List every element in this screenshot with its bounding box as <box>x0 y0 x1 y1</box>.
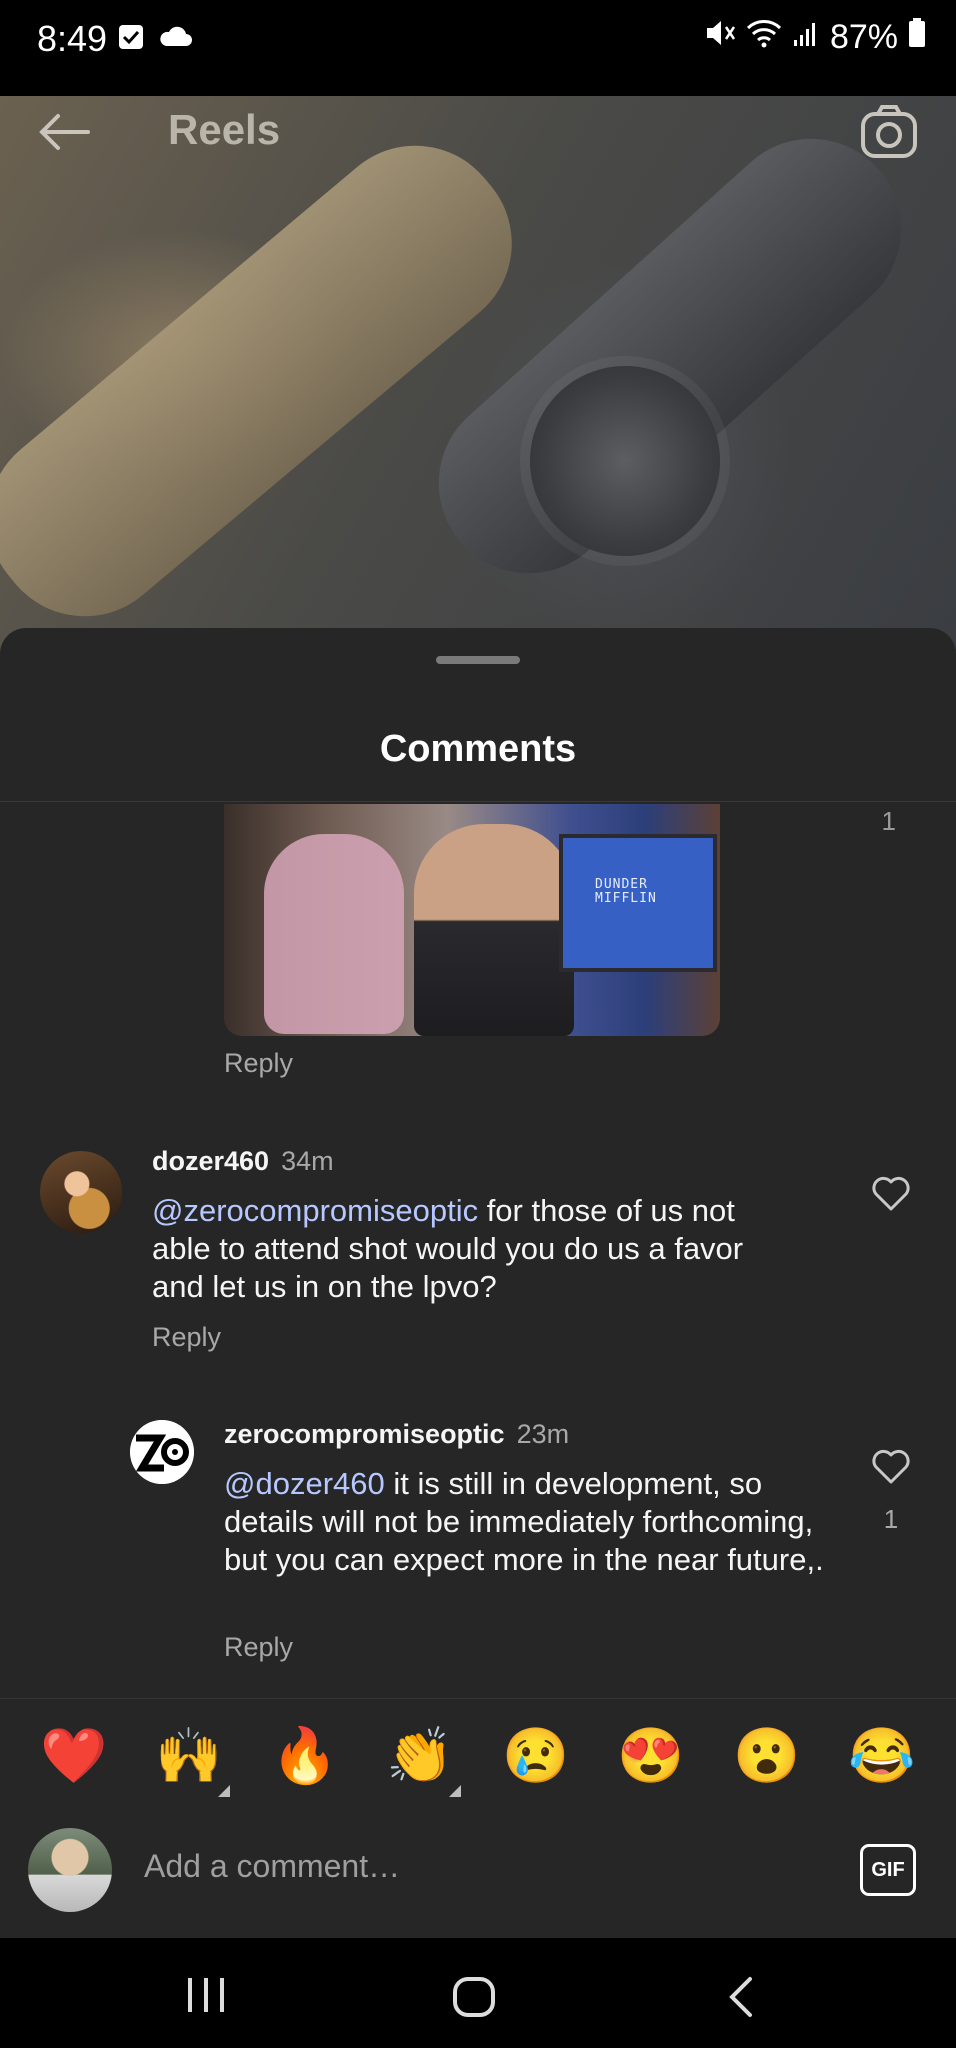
quick-reaction-bar: ❤️ 🙌 🔥 👏 😢 😍 😮 😂 <box>0 1698 956 1815</box>
comments-title: Comments <box>379 728 577 770</box>
reaction-raising-hands[interactable]: 🙌 <box>154 1721 224 1791</box>
wifi-icon <box>746 18 782 57</box>
status-left-icons <box>118 24 192 55</box>
gif-monitor-text: DUNDER MIFFLIN <box>595 877 657 906</box>
reaction-fire[interactable]: 🔥 <box>270 1721 340 1791</box>
camera-button[interactable] <box>860 104 918 160</box>
home-icon[interactable] <box>452 1976 496 2023</box>
status-right: 87% <box>704 18 926 57</box>
reel-video-background[interactable] <box>0 96 956 656</box>
mention-link[interactable]: @zerocompromiseoptic <box>152 1193 478 1228</box>
battery-icon <box>908 18 926 57</box>
reels-title: Reels <box>168 106 281 153</box>
comment-text: @zerocompromiseoptic for those of us not… <box>152 1192 772 1306</box>
reel-turret <box>530 366 720 556</box>
sheet-drag-handle[interactable] <box>436 656 520 664</box>
reply-button[interactable]: Reply <box>224 1048 293 1079</box>
recent-apps-icon[interactable] <box>186 1976 226 2019</box>
gif-button[interactable]: GIF <box>860 1844 916 1896</box>
reel-header: Reels <box>0 96 956 170</box>
reaction-surprised[interactable]: 😮 <box>732 1721 802 1791</box>
skin-tone-caret-icon <box>218 1785 230 1797</box>
avatar[interactable] <box>130 1420 194 1484</box>
comment-input[interactable]: Add a comment… <box>144 1848 400 1885</box>
current-user-avatar <box>28 1828 112 1912</box>
reaction-crying[interactable]: 😢 <box>501 1721 571 1791</box>
gif-monitor: DUNDER MIFFLIN <box>559 834 717 972</box>
comment-composer: Add a comment… GIF <box>0 1814 956 1938</box>
comment-text: @dozer460 it is still in development, so… <box>224 1465 824 1579</box>
reaction-heart[interactable]: ❤️ <box>39 1721 109 1791</box>
heart-icon[interactable] <box>871 1449 911 1485</box>
skin-tone-caret-icon <box>449 1785 461 1797</box>
reaction-clapping[interactable]: 👏 <box>385 1721 455 1791</box>
cloud-icon <box>158 26 192 53</box>
reply-button[interactable]: Reply <box>152 1322 221 1353</box>
back-button[interactable] <box>36 112 92 152</box>
heart-icon[interactable] <box>871 1176 911 1212</box>
status-bar: 8:49 87% <box>0 0 956 96</box>
comment-username[interactable]: zerocompromiseoptic <box>224 1419 505 1449</box>
like-count: 1 <box>883 1504 899 1534</box>
gif-person-main <box>414 824 574 1036</box>
comment-time: 23m <box>516 1419 570 1449</box>
reply-button[interactable]: Reply <box>224 1632 293 1663</box>
reel-scope-tan <box>0 108 549 654</box>
comment-username[interactable]: dozer460 <box>152 1146 269 1176</box>
comment-header: dozer460 34m <box>152 1146 334 1177</box>
avatar[interactable] <box>40 1151 122 1233</box>
mute-icon <box>704 18 736 57</box>
reaction-laughing[interactable]: 😂 <box>847 1721 917 1791</box>
zero-compromise-logo-icon <box>130 1420 194 1484</box>
camera-icon <box>861 105 917 158</box>
nav-back-icon[interactable] <box>726 1976 756 2023</box>
reaction-heart-eyes[interactable]: 😍 <box>616 1721 686 1791</box>
previous-like-count: 1 <box>881 806 896 836</box>
gif-person-left <box>264 834 404 1034</box>
comment-time: 34m <box>281 1146 334 1176</box>
divider <box>0 801 956 802</box>
battery-percent: 87% <box>829 18 898 56</box>
comment-header: zerocompromiseoptic 23m <box>224 1419 569 1450</box>
signal-icon <box>792 18 820 57</box>
mention-link[interactable]: @dozer460 <box>224 1466 385 1501</box>
system-nav-bar <box>0 1938 956 2048</box>
status-time: 8:49 <box>37 18 108 59</box>
comment-gif-image[interactable]: DUNDER MIFFLIN <box>224 804 720 1036</box>
checkbox-icon <box>118 24 144 55</box>
back-arrow-icon <box>39 114 90 150</box>
